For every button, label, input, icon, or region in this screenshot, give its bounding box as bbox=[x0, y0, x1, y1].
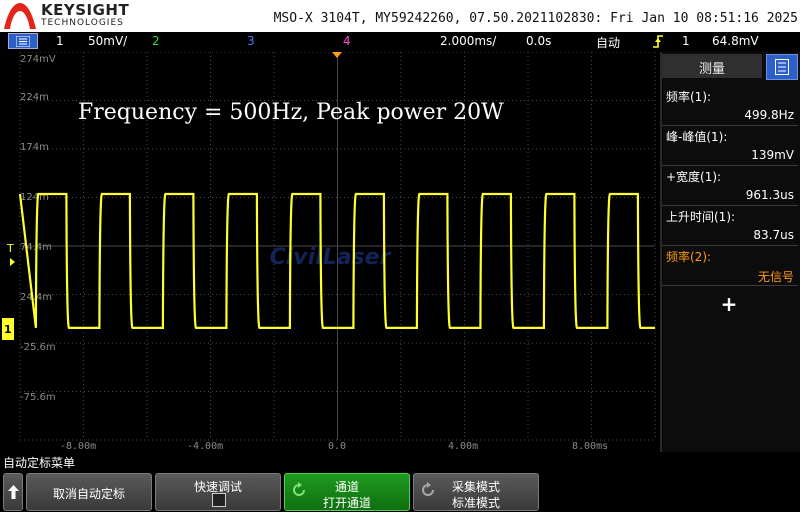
y-label: -75.6m bbox=[20, 392, 56, 403]
ch1-scale[interactable]: 50mV/ bbox=[88, 34, 127, 48]
y-label: -25.6m bbox=[20, 342, 56, 353]
delay[interactable]: 0.0s bbox=[526, 34, 551, 48]
watermark: CivilLaser bbox=[270, 245, 392, 270]
meas-label-freq2[interactable]: 频率(2): bbox=[666, 248, 711, 265]
ch1-label[interactable]: 1 bbox=[56, 34, 64, 48]
acquire-mode-value: 标准模式 bbox=[451, 496, 500, 510]
x-label: -4.00m bbox=[187, 441, 223, 452]
meas-divider bbox=[662, 125, 798, 126]
meas-value-freq1: 499.8Hz bbox=[744, 108, 794, 122]
meas-value-freq2: 无信号 bbox=[757, 270, 794, 284]
x-label: 4.00m bbox=[448, 441, 478, 452]
brand-subtitle: TECHNOLOGIES bbox=[41, 18, 124, 28]
y-label: 224m bbox=[20, 92, 49, 103]
timebase[interactable]: 2.000ms/ bbox=[440, 34, 496, 48]
trigger-level-marker[interactable]: T bbox=[6, 242, 14, 255]
meas-label-pwidth1[interactable]: +宽度(1): bbox=[666, 168, 721, 185]
main-menu-button[interactable] bbox=[8, 33, 38, 49]
x-label: -8.00m bbox=[60, 441, 96, 452]
y-label: 174m bbox=[20, 142, 49, 153]
acquire-mode-title: 采集模式 bbox=[451, 480, 500, 494]
trigger-mode[interactable]: 自动 bbox=[596, 34, 620, 51]
trigger-position-marker[interactable] bbox=[332, 52, 342, 58]
quick-debug-checkbox[interactable] bbox=[212, 493, 226, 507]
meas-divider bbox=[662, 245, 798, 246]
y-axis-labels: 274mV 224m 174m 124m 74.4m 24.4m -25.6m … bbox=[20, 54, 56, 403]
trigger-source[interactable]: 1 bbox=[682, 34, 690, 48]
menu-icon bbox=[16, 36, 30, 47]
ch2-label[interactable]: 2 bbox=[152, 34, 160, 48]
keysight-logo-icon bbox=[4, 3, 36, 29]
ch1-ground-label: 1 bbox=[4, 323, 12, 336]
arrow-up-icon bbox=[8, 485, 19, 499]
meas-value-rise1: 83.7us bbox=[753, 228, 794, 242]
annotation-text: Frequency = 500Hz, Peak power 20W bbox=[78, 100, 504, 125]
panel-menu-button[interactable] bbox=[766, 54, 798, 80]
device-info: MSO-X 3104T, MY59242260, 07.50.202110283… bbox=[273, 11, 798, 26]
meas-divider bbox=[662, 205, 798, 206]
meas-divider bbox=[662, 285, 798, 286]
meas-label-freq1[interactable]: 频率(1): bbox=[666, 88, 711, 105]
channel-softkey[interactable]: 通道 打开通道 bbox=[284, 473, 410, 511]
list-icon bbox=[775, 59, 789, 75]
x-label: 0.0 bbox=[328, 441, 346, 452]
meas-divider bbox=[662, 165, 798, 166]
meas-value-pwidth1: 961.3us bbox=[745, 188, 794, 202]
trigger-level[interactable]: 64.8mV bbox=[712, 34, 759, 48]
waveform-display[interactable]: 274mV 224m 174m 124m 74.4m 24.4m -25.6m … bbox=[0, 52, 660, 452]
quick-debug-button[interactable]: 快速调试 bbox=[155, 473, 281, 511]
add-measurement-button[interactable]: + bbox=[720, 293, 738, 315]
measurement-panel-title: 测量 bbox=[698, 62, 725, 77]
brand-name: KEYSIGHT bbox=[41, 1, 130, 19]
channel-softkey-value: 打开通道 bbox=[322, 496, 371, 510]
x-axis-labels: -8.00m -4.00m 0.0 4.00m 8.00ms bbox=[60, 441, 608, 452]
meas-value-vpp1: 139mV bbox=[751, 148, 794, 162]
trigger-edge-icon bbox=[653, 35, 663, 48]
menu-up-button[interactable] bbox=[3, 473, 23, 511]
meas-label-rise1[interactable]: 上升时间(1): bbox=[666, 208, 735, 225]
ch3-label[interactable]: 3 bbox=[247, 34, 255, 48]
undo-autoscale-label: 取消自动定标 bbox=[52, 487, 125, 501]
x-label: 8.00ms bbox=[572, 441, 608, 452]
channel-softkey-title: 通道 bbox=[334, 480, 359, 494]
acquire-mode-softkey[interactable]: 采集模式 标准模式 bbox=[413, 473, 539, 511]
ch4-label[interactable]: 4 bbox=[343, 34, 351, 48]
trigger-level-arrow[interactable] bbox=[10, 258, 15, 266]
softkey-menu-title: 自动定标菜单 bbox=[3, 456, 76, 470]
undo-autoscale-button[interactable]: 取消自动定标 bbox=[26, 473, 152, 511]
y-label: 274mV bbox=[20, 54, 56, 65]
meas-label-vpp1[interactable]: 峰-峰值(1): bbox=[666, 128, 727, 145]
waveform-svg: 274mV 224m 174m 124m 74.4m 24.4m -25.6m … bbox=[2, 52, 656, 452]
